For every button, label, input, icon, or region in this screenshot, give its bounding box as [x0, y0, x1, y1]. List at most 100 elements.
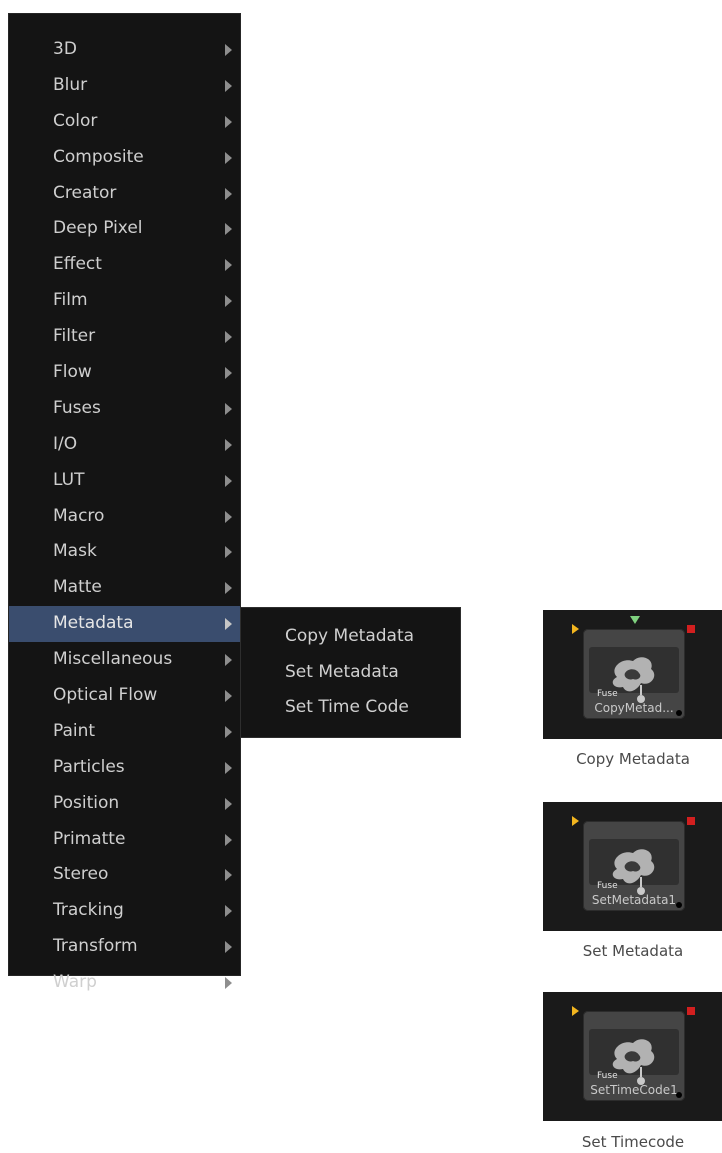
node-preview-copy-metadata: Fuse CopyMetad... — [543, 610, 722, 739]
menu-item-primatte[interactable]: Primatte — [9, 822, 240, 858]
node-body[interactable]: Fuse SetMetadata1 — [583, 821, 685, 911]
menu-item-tracking[interactable]: Tracking — [9, 893, 240, 929]
fuse-badge: Fuse — [597, 1071, 618, 1081]
menu-item-label: Position — [53, 792, 120, 813]
mask-input-triangle-icon — [630, 616, 640, 624]
input-arrow-icon — [572, 624, 579, 634]
corner-dot-icon — [676, 902, 682, 908]
submenu-arrow-icon — [225, 187, 232, 200]
menu-item-label: Mask — [53, 541, 97, 562]
menu-item-3d[interactable]: 3D — [9, 32, 240, 68]
submenu-arrow-icon — [225, 79, 232, 92]
menu-item-label: Creator — [53, 182, 117, 203]
menu-item-io[interactable]: I/O — [9, 427, 240, 463]
submenu-item-set-metadata[interactable]: Set Metadata — [241, 655, 460, 691]
menu-item-position[interactable]: Position — [9, 786, 240, 822]
submenu-arrow-icon — [225, 833, 232, 846]
submenu-arrow-icon — [225, 259, 232, 272]
submenu-arrow-icon — [225, 546, 232, 559]
menu-item-film[interactable]: Film — [9, 283, 240, 319]
node-body[interactable]: Fuse CopyMetad... — [583, 629, 685, 719]
tool-category-menu: 3D Blur Color Composite Creator Deep Pix… — [8, 13, 241, 992]
submenu-arrow-icon — [225, 761, 232, 774]
metadata-submenu: Copy Metadata Set Metadata Set Time Code — [240, 607, 461, 738]
output-square-icon — [687, 625, 695, 633]
menu-item-filter[interactable]: Filter — [9, 319, 240, 355]
input-arrow-icon — [572, 816, 579, 826]
menu-item-label: Composite — [53, 146, 144, 167]
menu-item-miscellaneous[interactable]: Miscellaneous — [9, 642, 240, 678]
menu-item-transform[interactable]: Transform — [9, 929, 240, 965]
submenu-item-copy-metadata[interactable]: Copy Metadata — [241, 619, 460, 655]
submenu-arrow-icon — [225, 151, 232, 164]
node-thumbnail: Fuse — [589, 839, 679, 895]
menu-item-label: Primatte — [53, 828, 126, 849]
menu-item-label: 3D — [53, 39, 77, 59]
submenu-arrow-icon — [225, 223, 232, 236]
node-name: SetTimeCode1 — [590, 1083, 678, 1097]
node-name: CopyMetad... — [594, 701, 674, 715]
menu-item-label: Flow — [53, 362, 92, 383]
menu-item-effect[interactable]: Effect — [9, 247, 240, 283]
menu-item-label: Matte — [53, 577, 102, 598]
submenu-arrow-icon — [225, 43, 232, 56]
submenu-arrow-icon — [225, 869, 232, 882]
menu-item-paint[interactable]: Paint — [9, 714, 240, 750]
node-body[interactable]: Fuse SetTimeCode1 — [583, 1011, 685, 1101]
menu-item-optical-flow[interactable]: Optical Flow — [9, 678, 240, 714]
menu-item-composite[interactable]: Composite — [9, 140, 240, 176]
node-thumbnail: Fuse — [589, 647, 679, 703]
node-name: SetMetadata1 — [591, 893, 677, 907]
output-square-icon — [687, 817, 695, 825]
menu-item-color[interactable]: Color — [9, 104, 240, 140]
menu-item-label: Deep Pixel — [53, 218, 143, 239]
corner-dot-icon — [676, 1092, 682, 1098]
submenu-arrow-icon — [225, 905, 232, 918]
menu-item-label: Macro — [53, 505, 105, 526]
menu-item-label: Miscellaneous — [53, 649, 173, 670]
menu-item-particles[interactable]: Particles — [9, 750, 240, 786]
menu-item-label: Color — [53, 110, 98, 131]
menu-item-macro[interactable]: Macro — [9, 499, 240, 535]
submenu-arrow-icon — [225, 725, 232, 738]
menu-item-creator[interactable]: Creator — [9, 176, 240, 212]
menu-item-warp[interactable]: Warp — [9, 965, 240, 1001]
submenu-arrow-icon — [225, 331, 232, 344]
menu-item-flow[interactable]: Flow — [9, 355, 240, 391]
submenu-arrow-icon — [225, 941, 232, 954]
menu-item-label: Fuses — [53, 397, 101, 418]
node-preview-set-metadata: Fuse SetMetadata1 — [543, 802, 722, 931]
fuse-badge: Fuse — [597, 689, 618, 699]
menu-item-label: Particles — [53, 756, 125, 777]
submenu-item-set-time-code[interactable]: Set Time Code — [241, 690, 460, 726]
submenu-arrow-icon — [225, 689, 232, 702]
submenu-arrow-icon — [225, 474, 232, 487]
menu-item-blur[interactable]: Blur — [9, 68, 240, 104]
node-caption-set-metadata: Set Metadata — [582, 942, 684, 960]
menu-item-matte[interactable]: Matte — [9, 570, 240, 606]
menu-item-label: Tracking — [53, 900, 124, 921]
menu-item-metadata[interactable]: Metadata — [9, 606, 240, 643]
menu-item-stereo[interactable]: Stereo — [9, 857, 240, 893]
node-caption-copy-metadata: Copy Metadata — [576, 750, 690, 768]
menu-item-label: Paint — [53, 720, 96, 741]
menu-item-deep-pixel[interactable]: Deep Pixel — [9, 211, 240, 247]
input-arrow-icon — [572, 1006, 579, 1016]
menu-item-label: Optical Flow — [53, 685, 158, 706]
menu-item-fuses[interactable]: Fuses — [9, 391, 240, 427]
corner-dot-icon — [676, 710, 682, 716]
menu-item-label: Warp — [53, 972, 97, 993]
submenu-item-list: Copy Metadata Set Metadata Set Time Code — [241, 619, 460, 726]
submenu-arrow-icon — [225, 510, 232, 523]
node-thumbnail: Fuse — [589, 1029, 679, 1085]
submenu-arrow-icon — [225, 438, 232, 451]
menu-item-label: Blur — [53, 74, 88, 95]
menu-item-label: Metadata — [53, 613, 134, 634]
submenu-arrow-icon — [225, 582, 232, 595]
node-caption-set-timecode: Set Timecode — [581, 1133, 685, 1151]
menu-item-mask[interactable]: Mask — [9, 534, 240, 570]
menu-item-lut[interactable]: LUT — [9, 463, 240, 499]
menu-item-label: Filter — [53, 326, 96, 347]
submenu-arrow-icon — [225, 618, 232, 631]
submenu-arrow-icon — [225, 115, 232, 128]
